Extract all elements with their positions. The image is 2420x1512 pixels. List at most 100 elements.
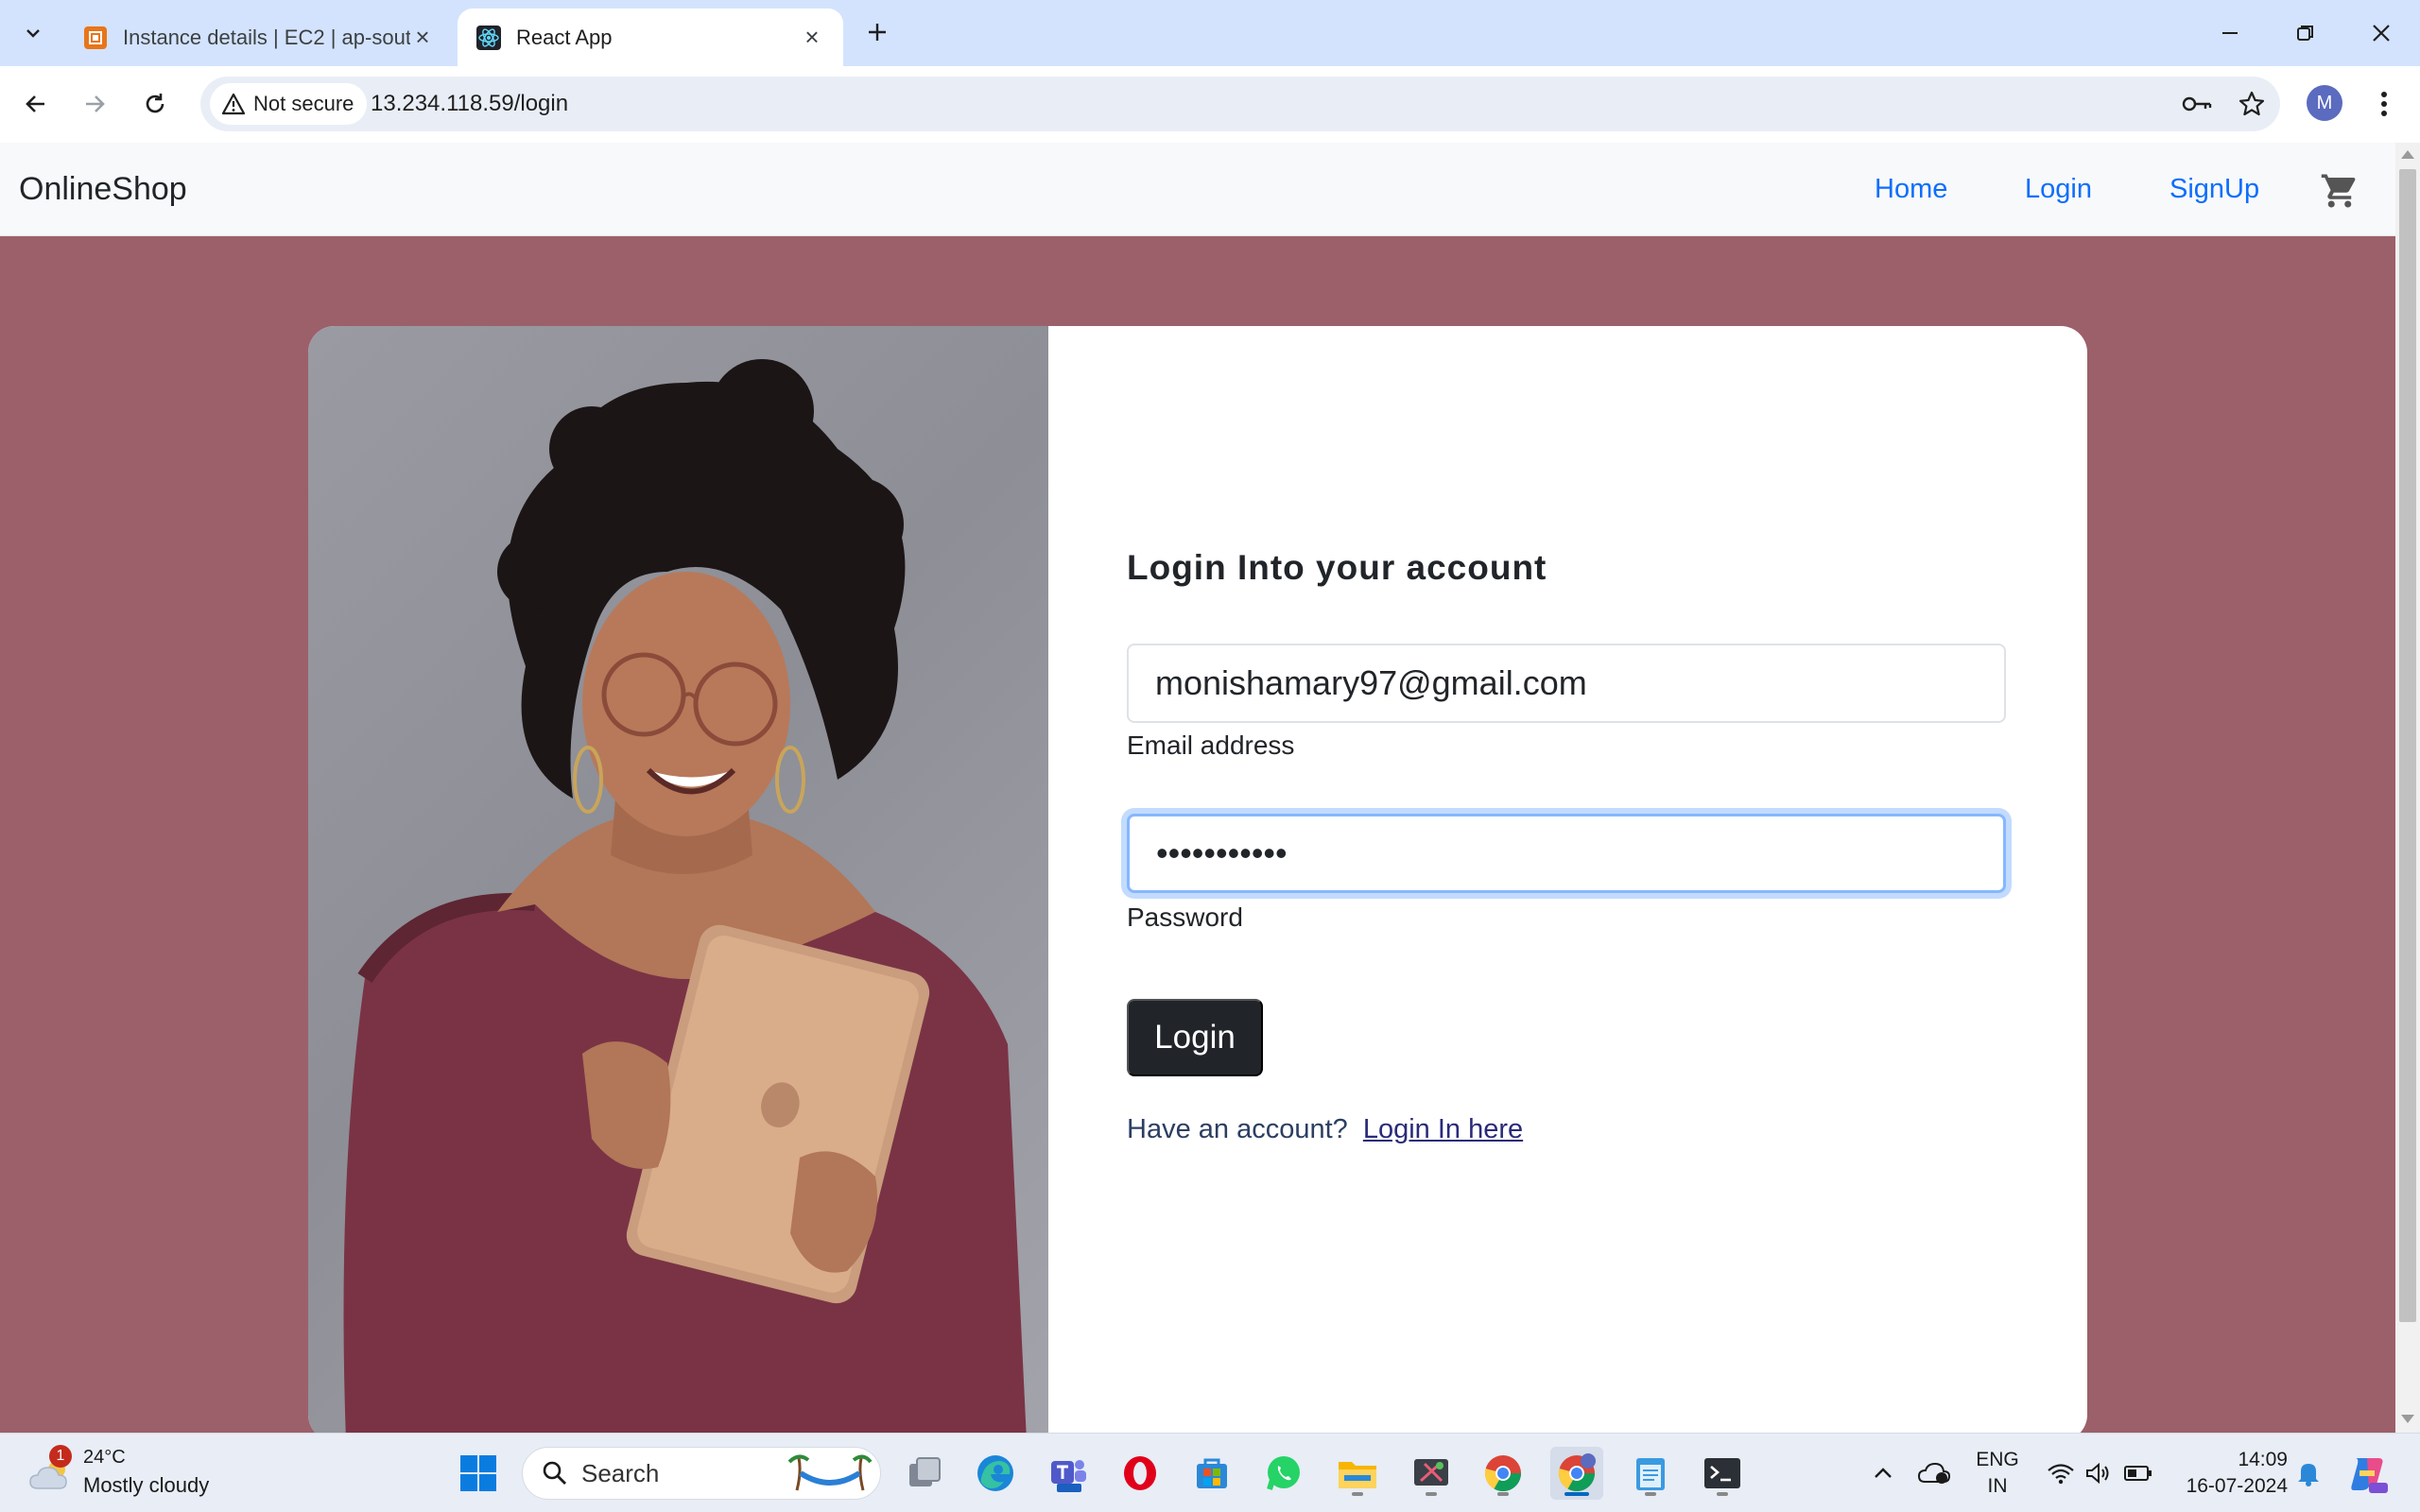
- task-view-button[interactable]: [898, 1447, 951, 1500]
- tab-ec2-instance[interactable]: Instance details | EC2 | ap-south ×: [64, 9, 454, 66]
- close-icon[interactable]: ×: [410, 23, 435, 51]
- scroll-up-arrow[interactable]: [2401, 150, 2414, 159]
- input-language-indicator[interactable]: ENG IN: [1968, 1447, 2027, 1500]
- tab-title: React App: [516, 25, 613, 49]
- new-tab-button[interactable]: [858, 13, 896, 51]
- email-field[interactable]: monishamary97@gmail.com: [1127, 644, 2006, 723]
- login-here-link[interactable]: Login In here: [1363, 1114, 1523, 1144]
- weather-temp: 24°C: [83, 1447, 126, 1468]
- scroll-thumb[interactable]: [2399, 169, 2416, 1322]
- copilot-button[interactable]: [2342, 1434, 2392, 1512]
- login-button[interactable]: Login: [1127, 999, 1263, 1076]
- arrow-left-icon: [26, 95, 44, 112]
- notepad-icon: [1636, 1458, 1665, 1490]
- password-label: Password: [1127, 902, 1243, 932]
- start-button[interactable]: [452, 1447, 505, 1500]
- browser-toolbar: Not secure 13.234.118.59/login M: [0, 66, 2420, 143]
- password-manager-button[interactable]: [2178, 85, 2216, 123]
- hero-photo: [308, 326, 1048, 1433]
- running-indicator: [1497, 1492, 1509, 1496]
- volume-control[interactable]: [2082, 1434, 2116, 1512]
- battery-icon: [2124, 1466, 2152, 1481]
- microsoft-store-button[interactable]: [1185, 1447, 1238, 1500]
- notifications-button[interactable]: [2291, 1434, 2325, 1512]
- page-scrollbar[interactable]: [2395, 143, 2420, 1433]
- teams-button[interactable]: [1042, 1447, 1095, 1500]
- forward-button[interactable]: [74, 83, 115, 125]
- react-icon: [476, 25, 501, 50]
- taskbar-search[interactable]: Search: [522, 1447, 881, 1500]
- minimize-icon: [2222, 32, 2238, 34]
- terminal-icon: [1704, 1458, 1740, 1488]
- edge-button[interactable]: [969, 1447, 1022, 1500]
- site-security-chip[interactable]: Not secure: [210, 83, 368, 125]
- clock-time: 14:09: [2238, 1449, 2288, 1470]
- active-indicator: [1564, 1492, 1589, 1496]
- reload-icon: [146, 94, 164, 113]
- nav-link-signup[interactable]: SignUp: [2169, 143, 2259, 236]
- chevron-up-icon: [1875, 1468, 1892, 1478]
- language-code: ENG: [1976, 1449, 2019, 1470]
- chrome-icon: [1484, 1455, 1521, 1492]
- scroll-down-arrow[interactable]: [2401, 1415, 2414, 1423]
- onedrive-tray-button[interactable]: [1913, 1434, 1955, 1512]
- task-view-icon: [909, 1457, 941, 1486]
- windows-icon: [460, 1455, 496, 1491]
- tab-react-app[interactable]: React App ×: [458, 9, 843, 66]
- edge-icon: [977, 1455, 1013, 1491]
- close-window-button[interactable]: [2348, 9, 2414, 57]
- warning-icon: [221, 93, 246, 115]
- close-icon: [2373, 25, 2390, 42]
- url-text[interactable]: 13.234.118.59/login: [371, 77, 568, 131]
- reload-button[interactable]: [134, 83, 176, 125]
- account-prompt: Have an account? Login In here: [1127, 1114, 1523, 1145]
- cart-icon[interactable]: [2320, 171, 2360, 211]
- system-clock[interactable]: 14:09 16-07-2024: [2172, 1447, 2288, 1500]
- file-explorer-button[interactable]: [1331, 1447, 1384, 1500]
- minimize-button[interactable]: [2197, 9, 2263, 57]
- tab-search-button[interactable]: [15, 15, 51, 51]
- running-indicator: [1426, 1492, 1437, 1496]
- brand-logo[interactable]: OnlineShop: [19, 143, 187, 236]
- terminal-button[interactable]: [1696, 1447, 1749, 1500]
- snipping-tool-button[interactable]: [1405, 1447, 1458, 1500]
- bookmark-button[interactable]: [2233, 85, 2271, 123]
- key-icon: [2182, 96, 2212, 112]
- battery-status[interactable]: [2121, 1434, 2155, 1512]
- whatsapp-icon: [1267, 1456, 1300, 1490]
- site-navbar: OnlineShop Home Login SignUp: [0, 143, 2395, 236]
- back-button[interactable]: [15, 83, 57, 125]
- browser-tab-bar: Instance details | EC2 | ap-south × Reac…: [0, 0, 2420, 66]
- network-status[interactable]: [2044, 1434, 2078, 1512]
- nav-link-login[interactable]: Login: [2025, 143, 2092, 236]
- plus-icon: [869, 24, 886, 41]
- teams-icon: [1051, 1460, 1086, 1492]
- restore-button[interactable]: [2273, 9, 2339, 57]
- nav-link-home[interactable]: Home: [1875, 143, 1947, 236]
- restore-icon: [2297, 26, 2313, 41]
- chrome-button[interactable]: [1477, 1447, 1530, 1500]
- opera-icon: [1124, 1456, 1156, 1490]
- weather-widget[interactable]: 1 24°C Mostly cloudy: [28, 1445, 236, 1503]
- search-icon: [543, 1461, 566, 1485]
- store-icon: [1197, 1458, 1227, 1488]
- close-icon[interactable]: ×: [800, 23, 824, 51]
- notepad-button[interactable]: [1624, 1447, 1677, 1500]
- chevron-down-icon: [26, 29, 40, 38]
- tab-title: Instance details | EC2 | ap-south: [123, 25, 410, 49]
- show-hidden-icons-button[interactable]: [1864, 1434, 1902, 1512]
- page-viewport: OnlineShop Home Login SignUp Login Into …: [0, 143, 2395, 1433]
- browser-menu-button[interactable]: [2363, 83, 2405, 125]
- chrome-profile-button[interactable]: [1550, 1447, 1603, 1500]
- snipping-tool-icon: [1414, 1459, 1448, 1486]
- address-bar[interactable]: Not secure 13.234.118.59/login: [200, 77, 2280, 131]
- email-value: monishamary97@gmail.com: [1155, 663, 1587, 702]
- running-indicator: [1352, 1492, 1363, 1496]
- profile-avatar[interactable]: M: [2307, 85, 2342, 121]
- opera-button[interactable]: [1114, 1447, 1167, 1500]
- running-indicator: [1717, 1492, 1728, 1496]
- password-field[interactable]: •••••••••••: [1127, 814, 2006, 893]
- wifi-icon: [2048, 1464, 2074, 1485]
- whatsapp-button[interactable]: [1257, 1447, 1310, 1500]
- star-icon: [2238, 91, 2265, 116]
